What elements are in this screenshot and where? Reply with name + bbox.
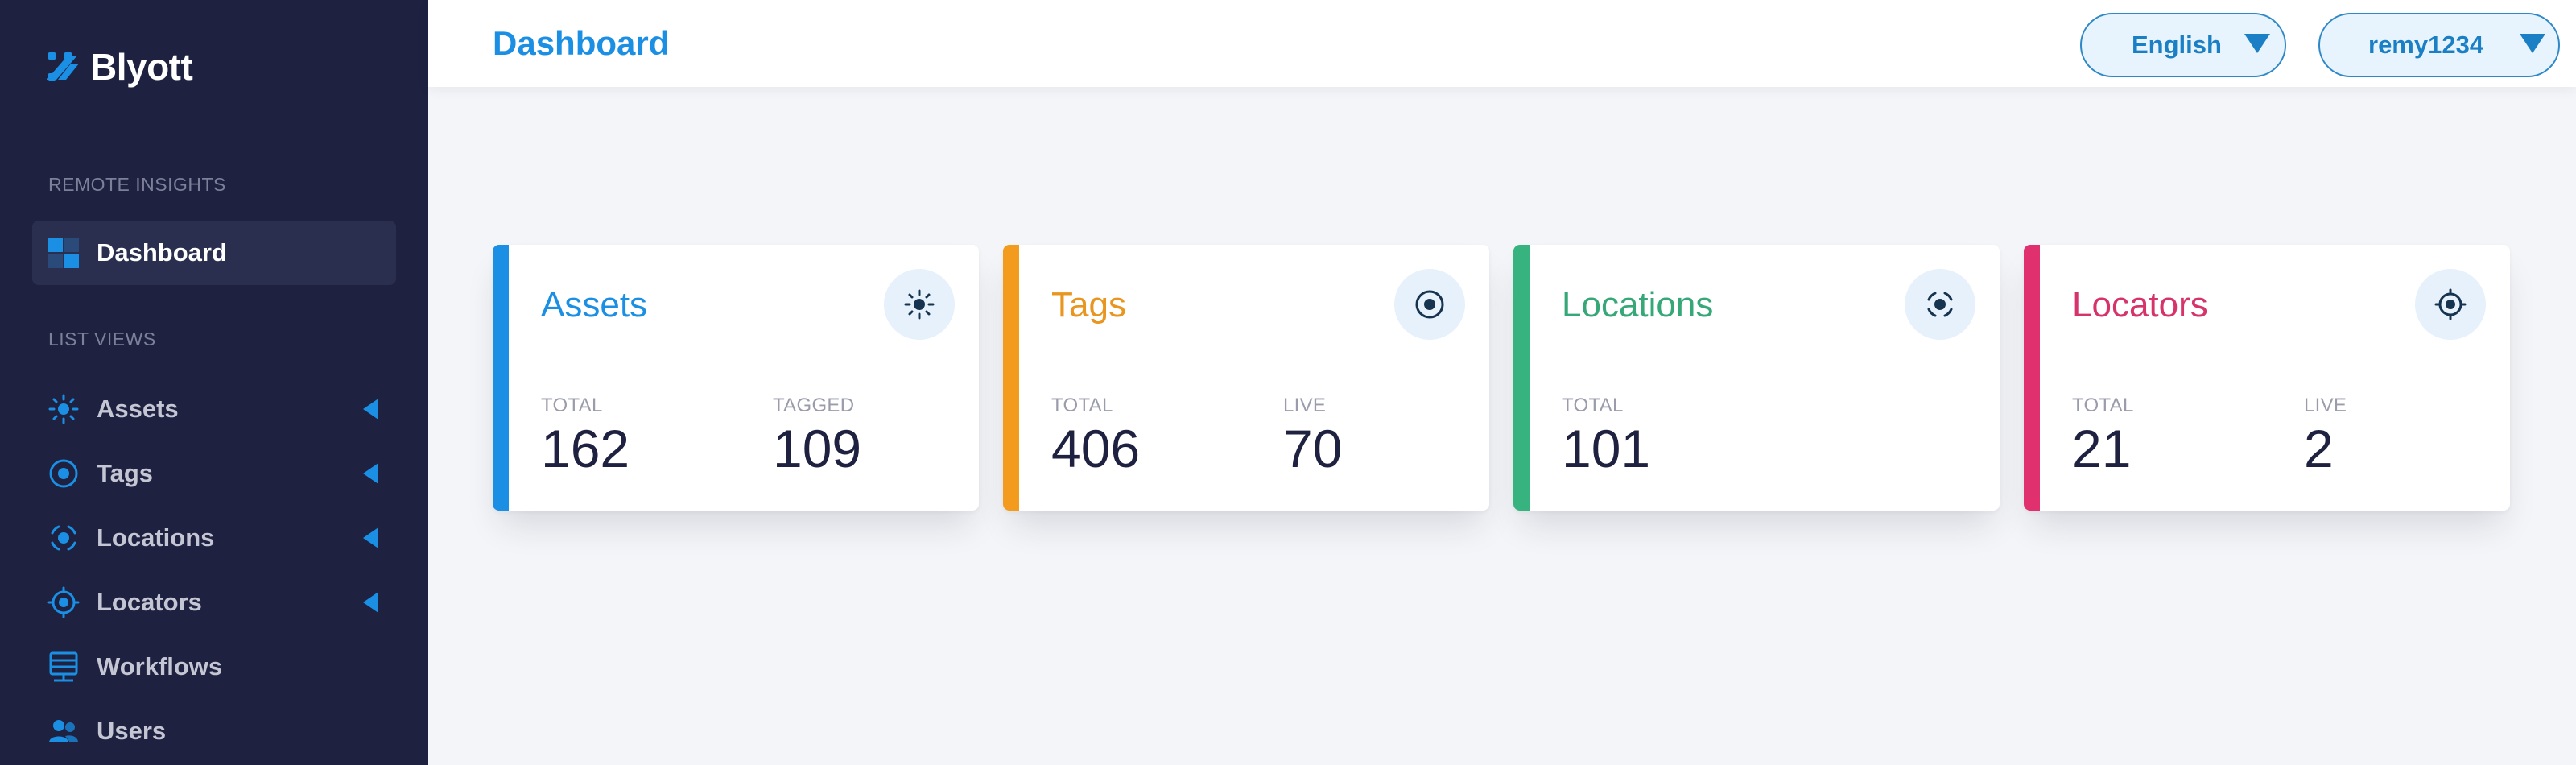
sidebar-item-label: Tags [97,459,154,487]
stat-tagged: TAGGED 109 [773,395,861,475]
stat-total: TOTAL 406 [1051,395,1140,475]
sidebar-item-label: Workflows [97,652,223,680]
stat-value: 2 [2304,419,2334,478]
location-focus-icon [47,521,80,555]
stat-total: TOTAL 101 [1562,395,1650,475]
stat-value: 70 [1283,419,1343,478]
dropdown-arrow-icon [2244,34,2270,53]
stat-value: 162 [541,419,630,478]
sidebar-item-tags[interactable]: Tags [32,441,396,506]
page-title: Dashboard [493,24,670,62]
card-title: Locations [1562,285,1714,325]
sidebar-item-locators[interactable]: Locators [32,570,396,635]
sidebar-item-users[interactable]: Users [32,699,396,763]
sidebar-item-label: Locators [97,588,202,616]
tags-card[interactable]: Tags TOTAL 406 LIVE 70 [1003,245,1489,511]
expand-caret-icon[interactable] [363,399,378,420]
stat-label: TOTAL [1051,395,1113,416]
stat-label: TOTAL [541,395,603,416]
tag-target-icon [1394,269,1465,340]
sun-icon [47,392,80,426]
dropdown-arrow-icon [2520,34,2545,53]
sidebar-item-label: Locations [97,523,215,552]
tag-target-icon [47,457,80,490]
expand-caret-icon[interactable] [363,592,378,613]
sun-icon [884,269,955,340]
user-menu[interactable]: remy1234 [2318,13,2560,77]
user-menu-label: remy1234 [2368,31,2484,59]
expand-caret-icon[interactable] [363,527,378,548]
card-title: Tags [1051,285,1126,325]
stat-label: TOTAL [2072,395,2134,416]
stat-value: 21 [2072,419,2132,478]
location-focus-icon [1905,269,1975,340]
brand[interactable]: Blyott [47,45,193,89]
stat-total: TOTAL 21 [2072,395,2134,475]
stat-value: 109 [773,419,862,478]
locations-card[interactable]: Locations TOTAL 101 [1513,245,2000,511]
stat-value: 101 [1562,419,1651,478]
locator-icon [2415,269,2486,340]
sidebar-item-label: Dashboard [97,238,227,267]
stat-label: LIVE [1283,395,1327,416]
locator-icon [47,585,80,619]
section-label-remote-insights: REMOTE INSIGHTS [48,174,226,195]
card-accent-bar [1003,245,1019,511]
workflow-icon [47,650,80,684]
dashboard-icon [47,236,80,270]
stat-label: LIVE [2304,395,2347,416]
sidebar-item-dashboard[interactable]: Dashboard [32,221,396,285]
stat-label: TOTAL [1562,395,1624,416]
sidebar-item-label: Users [97,717,167,745]
language-selector-label: English [2132,31,2222,59]
sidebar: Blyott REMOTE INSIGHTS Dashboard LIST VI… [0,0,428,765]
sidebar-item-workflows[interactable]: Workflows [32,635,396,699]
brand-name: Blyott [90,46,193,88]
sidebar-item-label: Assets [97,395,179,423]
stat-live: LIVE 70 [1283,395,1342,475]
stat-label: TAGGED [773,395,855,416]
card-title: Locators [2072,285,2208,325]
sidebar-item-assets[interactable]: Assets [32,377,396,441]
assets-card[interactable]: Assets TOTAL 162 TAGGED 109 [493,245,979,511]
card-title: Assets [541,285,648,325]
stat-value: 406 [1051,419,1141,478]
sidebar-item-locations[interactable]: Locations [32,506,396,570]
stat-live: LIVE 2 [2304,395,2347,475]
card-accent-bar [1513,245,1530,511]
section-label-list-views: LIST VIEWS [48,329,156,349]
card-accent-bar [2024,245,2040,511]
users-icon [47,714,80,748]
stat-total: TOTAL 162 [541,395,630,475]
locators-card[interactable]: Locators TOTAL 21 LIVE 2 [2024,245,2510,511]
expand-caret-icon[interactable] [363,463,378,484]
blyott-logo-icon [47,52,79,81]
language-selector[interactable]: English [2080,13,2286,77]
card-accent-bar [493,245,509,511]
